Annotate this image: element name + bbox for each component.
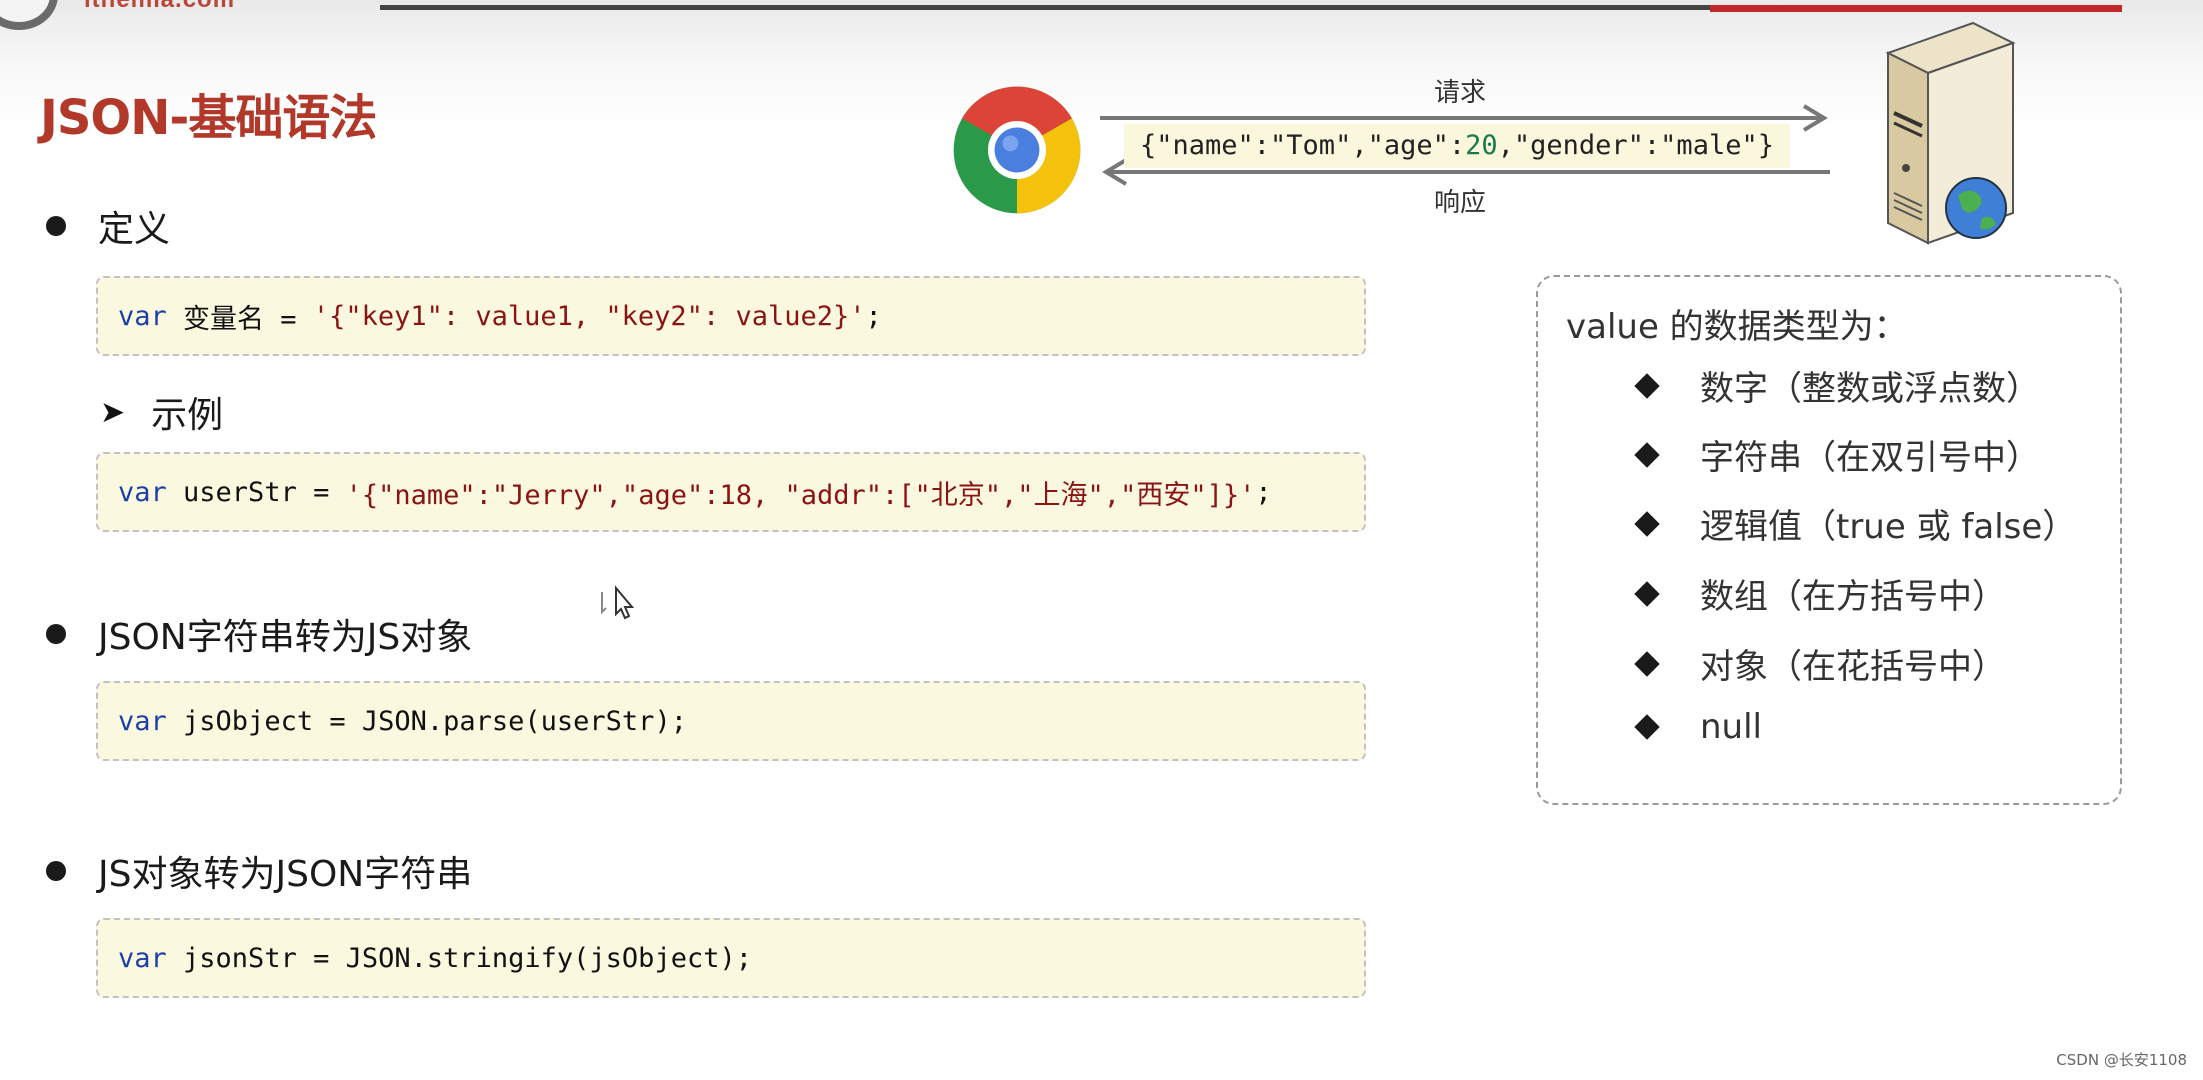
bullet-parse: JSON字符串转为JS对象	[46, 608, 472, 660]
code-text: ;	[865, 300, 882, 332]
response-label: 响应	[1434, 188, 1487, 218]
code-keyword: var	[118, 942, 167, 974]
header-rule-accent	[1710, 5, 2122, 12]
code-keyword: var	[118, 476, 167, 508]
diamond-bullet-icon	[1634, 714, 1660, 740]
code-text: ;	[1255, 476, 1272, 508]
code-keyword: var	[118, 705, 167, 737]
diamond-bullet-icon	[1634, 650, 1660, 677]
bullet-dot	[46, 216, 66, 236]
diamond-bullet-icon	[1634, 441, 1660, 468]
section-title: 定义	[98, 209, 171, 250]
bullet-dot	[46, 861, 66, 881]
server-icon	[1885, 21, 2016, 245]
value-type-label: 对象（在花括号中）	[1700, 647, 2006, 687]
page-title: JSON-基础语法	[40, 90, 377, 146]
value-type-label: 字符串（在双引号中）	[1700, 438, 2040, 478]
bullet-dot	[46, 624, 66, 644]
value-types-heading: value 的数据类型为：	[1566, 307, 1908, 347]
json-sample-part: ,"gender":"male"}	[1497, 130, 1774, 161]
header-rule	[380, 5, 1710, 10]
value-types-panel: value 的数据类型为： 数字（整数或浮点数） 字符串（在双引号中） 逻辑值（…	[1536, 275, 2122, 805]
code-string: '{"key1": value1, "key2": value2}'	[312, 300, 866, 332]
section-title: JS对象转为JSON字符串	[98, 854, 473, 895]
section-title: 示例	[151, 395, 224, 436]
json-sample-number: 20	[1465, 130, 1498, 161]
code-box-definition: var 变量名 = '{"key1": value1, "key2": valu…	[96, 276, 1366, 356]
code-text: userStr =	[166, 476, 346, 508]
value-type-item: 数字（整数或浮点数）	[1634, 361, 2040, 410]
value-type-item: null	[1634, 707, 1762, 747]
watermark: CSDN @长安1108	[2056, 1051, 2187, 1069]
json-sample-part: {"name":"Tom","age":	[1140, 130, 1466, 161]
code-box-stringify: var jsonStr = JSON.stringify(jsObject);	[96, 918, 1366, 998]
brand-logo-text: itheima.com	[84, 0, 235, 14]
code-string: '{"name":"Jerry","age":18, "addr":["北京",…	[345, 479, 1256, 511]
value-type-item: 对象（在花括号中）	[1634, 639, 2006, 688]
sub-bullet-example: ➤ 示例	[100, 386, 223, 438]
request-label: 请求	[1434, 78, 1487, 108]
code-keyword: var	[118, 300, 167, 332]
bullet-stringify: JS对象转为JSON字符串	[46, 845, 472, 897]
code-box-example: var userStr = '{"name":"Jerry","age":18,…	[96, 452, 1366, 532]
brand-logo-mark	[0, 0, 58, 30]
value-type-item: 数组（在方括号中）	[1634, 569, 2006, 618]
value-type-label: 数组（在方括号中）	[1700, 577, 2006, 617]
section-title: JSON字符串转为JS对象	[98, 617, 473, 658]
diamond-bullet-icon	[1634, 510, 1660, 537]
diamond-bullet-icon	[1634, 372, 1660, 399]
json-sample: {"name":"Tom","age":20,"gender":"male"}	[1124, 124, 1790, 168]
code-text: jsObject = JSON.parse(userStr);	[166, 705, 687, 737]
code-text: jsonStr = JSON.stringify(jsObject);	[166, 942, 752, 974]
diamond-bullet-icon	[1634, 580, 1660, 607]
value-type-item: 字符串（在双引号中）	[1634, 430, 2040, 479]
code-text: 变量名 =	[166, 303, 313, 335]
value-type-item: 逻辑值（true 或 false）	[1634, 499, 2077, 548]
code-box-parse: var jsObject = JSON.parse(userStr);	[96, 681, 1366, 761]
value-type-label: null	[1700, 707, 1762, 747]
mouse-cursor-icon	[601, 585, 635, 620]
value-type-label: 数字（整数或浮点数）	[1700, 369, 2040, 409]
arrowhead-bullet-icon: ➤	[100, 394, 126, 430]
chrome-icon	[953, 86, 1081, 214]
bullet-definition: 定义	[46, 200, 170, 252]
value-type-label: 逻辑值（true 或 false）	[1700, 507, 2077, 547]
